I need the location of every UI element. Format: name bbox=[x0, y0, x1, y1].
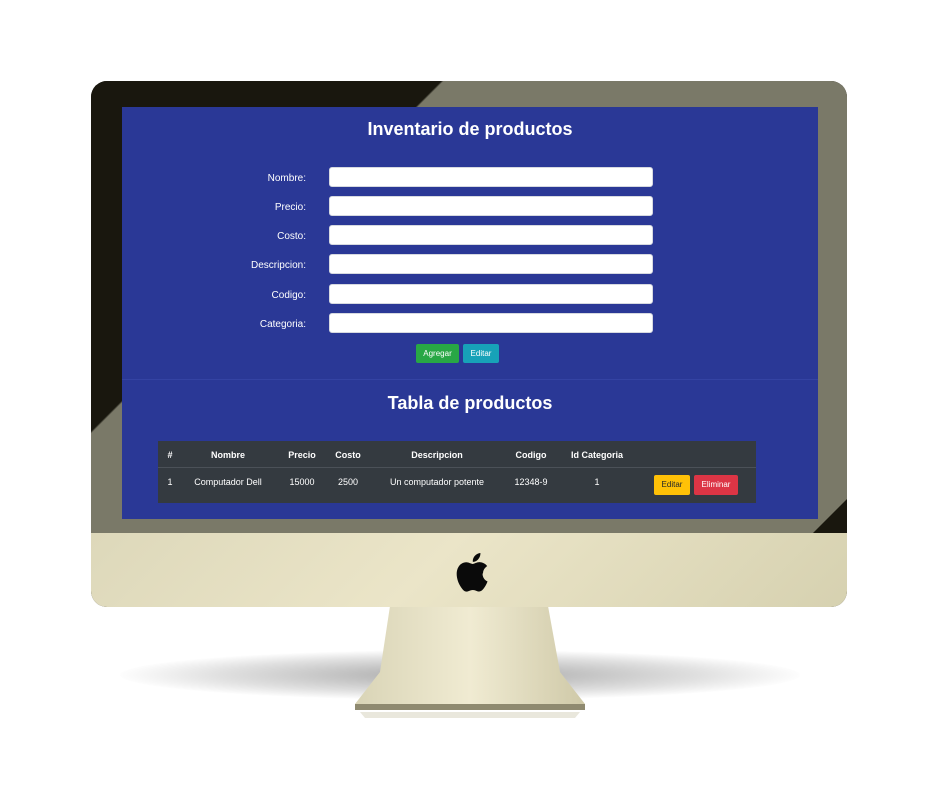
header-id-categoria: Id Categoria bbox=[570, 450, 623, 460]
categoria-input[interactable] bbox=[329, 313, 653, 333]
app-screen: Inventario de productos Nombre: Precio: … bbox=[122, 107, 818, 519]
precio-input[interactable] bbox=[329, 196, 653, 216]
costo-input[interactable] bbox=[329, 225, 653, 245]
header-codigo: Codigo bbox=[515, 450, 547, 460]
form-row-costo: Costo: bbox=[122, 225, 818, 247]
header-precio: Precio bbox=[288, 450, 316, 460]
form-row-codigo: Codigo: bbox=[122, 284, 818, 306]
header-id: # bbox=[167, 450, 173, 460]
header-nombre: Nombre bbox=[210, 450, 245, 460]
form-row-nombre: Nombre: bbox=[122, 167, 818, 189]
cell-id: 1 bbox=[167, 477, 173, 487]
categoria-label: Categoria: bbox=[259, 319, 306, 330]
page-title: Inventario de productos bbox=[367, 119, 573, 139]
cell-descripcion: Un computador potente bbox=[389, 477, 485, 487]
table-row-divider bbox=[158, 467, 756, 468]
nombre-input[interactable] bbox=[329, 167, 653, 187]
table-title: Tabla de productos bbox=[387, 393, 553, 413]
precio-label: Precio: bbox=[274, 202, 306, 213]
form-row-precio: Precio: bbox=[122, 196, 818, 218]
costo-label: Costo: bbox=[277, 231, 306, 242]
descripcion-input[interactable] bbox=[329, 254, 653, 274]
codigo-label: Codigo: bbox=[271, 290, 306, 301]
cell-precio: 15000 bbox=[289, 477, 315, 487]
row-delete-button[interactable]: Eliminar bbox=[694, 475, 738, 495]
nombre-label: Nombre: bbox=[267, 173, 306, 184]
codigo-input[interactable] bbox=[329, 284, 653, 304]
apple-icon bbox=[456, 553, 488, 592]
section-divider bbox=[122, 379, 818, 380]
monitor-shadow bbox=[120, 650, 800, 700]
cell-codigo: 12348-9 bbox=[514, 477, 548, 487]
header-descripcion: Descripcion bbox=[411, 450, 463, 460]
descripcion-label: Descripcion: bbox=[250, 260, 306, 271]
form-row-descripcion: Descripcion: bbox=[122, 254, 818, 276]
row-edit-button[interactable]: Editar bbox=[654, 475, 690, 495]
edit-button[interactable]: Editar bbox=[463, 344, 499, 363]
cell-nombre: Computador Dell bbox=[194, 477, 262, 487]
cell-id-categoria: 1 bbox=[594, 477, 600, 487]
add-button[interactable]: Agregar bbox=[416, 344, 459, 363]
header-costo: Costo bbox=[335, 450, 361, 460]
form-row-categoria: Categoria: bbox=[122, 313, 818, 335]
cell-costo: 2500 bbox=[337, 477, 359, 487]
products-table: # Nombre Precio Costo Descripcion Codigo… bbox=[158, 441, 756, 503]
